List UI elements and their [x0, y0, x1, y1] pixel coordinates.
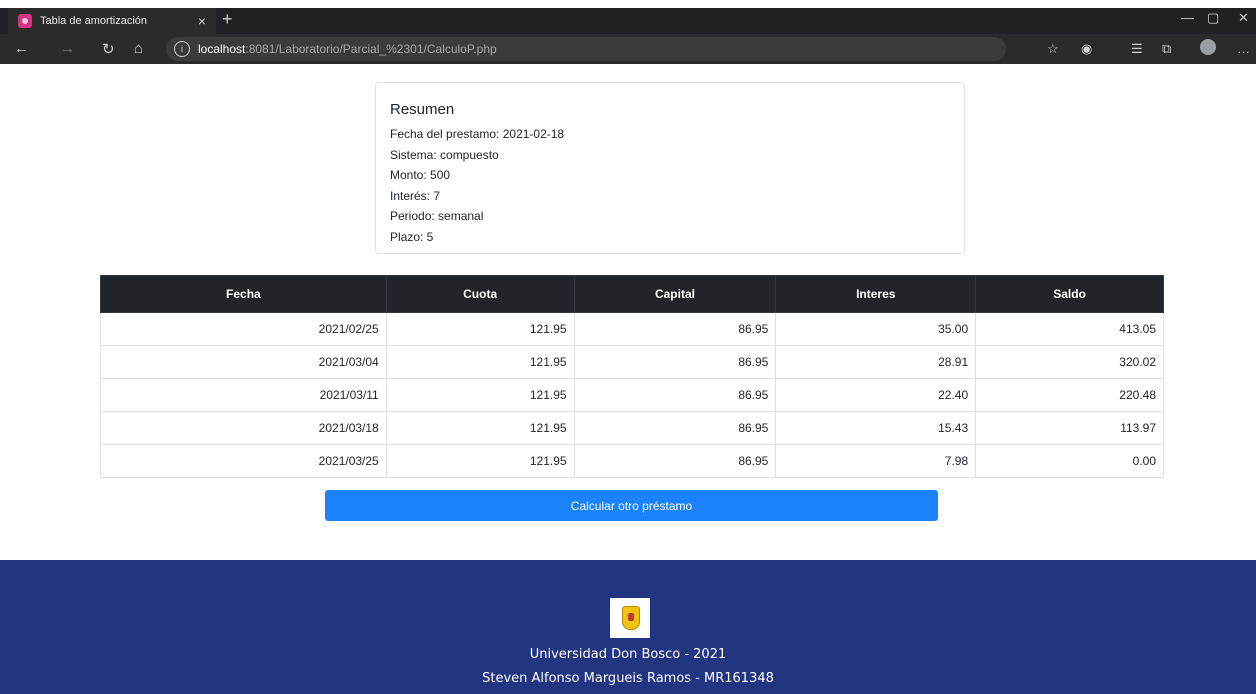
table-row: 2021/03/11 121.95 86.95 22.40 220.48 — [100, 378, 1164, 412]
top-strip — [0, 0, 1256, 8]
back-icon[interactable]: ← — [14, 40, 29, 57]
cell-fecha: 2021/03/18 — [100, 411, 387, 445]
url-path: :8081/Laboratorio/Parcial_%2301/CalculoP… — [245, 42, 497, 56]
profile-icon[interactable] — [1200, 39, 1216, 55]
cell-capital: 86.95 — [573, 312, 777, 346]
home-icon[interactable]: ⌂ — [134, 40, 143, 57]
university-logo-icon — [610, 598, 650, 638]
header-capital: Capital — [573, 275, 777, 313]
extension-icon[interactable]: ◉ — [1081, 41, 1092, 57]
table-row: 2021/03/25 121.95 86.95 7.98 0.00 — [100, 444, 1164, 478]
cell-interes: 22.40 — [775, 378, 977, 412]
address-bar[interactable]: i localhost:8081/Laboratorio/Parcial_%23… — [166, 37, 1006, 61]
cell-cuota: 121.95 — [385, 312, 575, 346]
table-row: 2021/03/04 121.95 86.95 28.91 320.02 — [100, 345, 1164, 379]
summary-card: Resumen Fecha del prestamo: 2021-02-18 S… — [375, 82, 965, 254]
cell-interes: 7.98 — [775, 444, 977, 478]
table-header-row: Fecha Cuota Capital Interes Saldo — [100, 275, 1164, 313]
more-icon[interactable]: … — [1237, 41, 1250, 56]
cell-interes: 28.91 — [775, 345, 977, 379]
cell-saldo: 413.05 — [975, 312, 1164, 346]
cell-capital: 86.95 — [573, 444, 777, 478]
favicon-icon — [18, 14, 32, 28]
favorites-icon[interactable]: ☰ — [1131, 41, 1143, 57]
cell-interes: 15.43 — [775, 411, 977, 445]
cell-capital: 86.95 — [573, 411, 777, 445]
summary-interest: Interés: 7 — [390, 188, 441, 203]
minimize-icon[interactable]: — — [1181, 10, 1194, 25]
browser-tab[interactable]: Tabla de amortización × — [8, 8, 216, 34]
address-toolbar: ← → ↻ ⌂ i localhost:8081/Laboratorio/Par… — [0, 34, 1256, 64]
cell-cuota: 121.95 — [385, 444, 575, 478]
header-interes: Interes — [775, 275, 977, 313]
cell-cuota: 121.95 — [385, 378, 575, 412]
maximize-icon[interactable]: ▢ — [1207, 10, 1219, 26]
cell-fecha: 2021/03/04 — [100, 345, 387, 379]
tab-title: Tabla de amortización — [40, 15, 148, 27]
cell-cuota: 121.95 — [385, 345, 575, 379]
cell-interes: 35.00 — [775, 312, 977, 346]
header-cuota: Cuota — [385, 275, 575, 313]
table-row: 2021/03/18 121.95 86.95 15.43 113.97 — [100, 411, 1164, 445]
cell-capital: 86.95 — [573, 378, 777, 412]
calculate-another-loan-button[interactable]: Calcular otro préstamo — [325, 490, 938, 521]
cell-cuota: 121.95 — [385, 411, 575, 445]
table-row: 2021/02/25 121.95 86.95 35.00 413.05 — [100, 312, 1164, 346]
cell-fecha: 2021/02/25 — [100, 312, 387, 346]
summary-system: Sistema: compuesto — [390, 147, 499, 162]
cell-saldo: 113.97 — [975, 411, 1164, 445]
tab-close-icon[interactable]: × — [198, 13, 206, 29]
cell-fecha: 2021/03/25 — [100, 444, 387, 478]
cell-saldo: 320.02 — [975, 345, 1164, 379]
refresh-icon[interactable]: ↻ — [102, 40, 115, 58]
header-saldo: Saldo — [975, 275, 1164, 313]
favorites-add-icon[interactable]: ☆ — [1047, 41, 1059, 57]
cell-fecha: 2021/03/11 — [100, 378, 387, 412]
summary-period: Periodo: semanal — [390, 209, 484, 223]
forward-icon[interactable]: → — [60, 40, 75, 57]
summary-amount: Monto: 500 — [390, 168, 451, 182]
new-tab-icon[interactable]: + — [222, 9, 233, 30]
browser-tab-strip: Tabla de amortización × + — ▢ ✕ — [0, 0, 1256, 34]
summary-loan-date: Fecha del prestamo: 2021-02-18 — [390, 127, 565, 141]
header-fecha: Fecha — [100, 275, 387, 313]
cell-capital: 86.95 — [573, 345, 777, 379]
amortization-table: Fecha Cuota Capital Interes Saldo 2021/0… — [100, 275, 1164, 478]
collections-icon[interactable]: ⧉ — [1162, 41, 1171, 57]
window-close-icon[interactable]: ✕ — [1238, 10, 1249, 26]
footer-university: Universidad Don Bosco - 2021 — [529, 647, 727, 662]
url-host: localhost — [198, 42, 246, 56]
summary-term: Plazo: 5 — [390, 229, 434, 244]
cell-saldo: 220.48 — [975, 378, 1164, 412]
info-icon[interactable]: i — [174, 41, 190, 57]
summary-title: Resumen — [390, 101, 455, 118]
cell-saldo: 0.00 — [975, 444, 1164, 478]
footer-author: Steven Alfonso Margueis Ramos - MR161348 — [482, 671, 774, 686]
